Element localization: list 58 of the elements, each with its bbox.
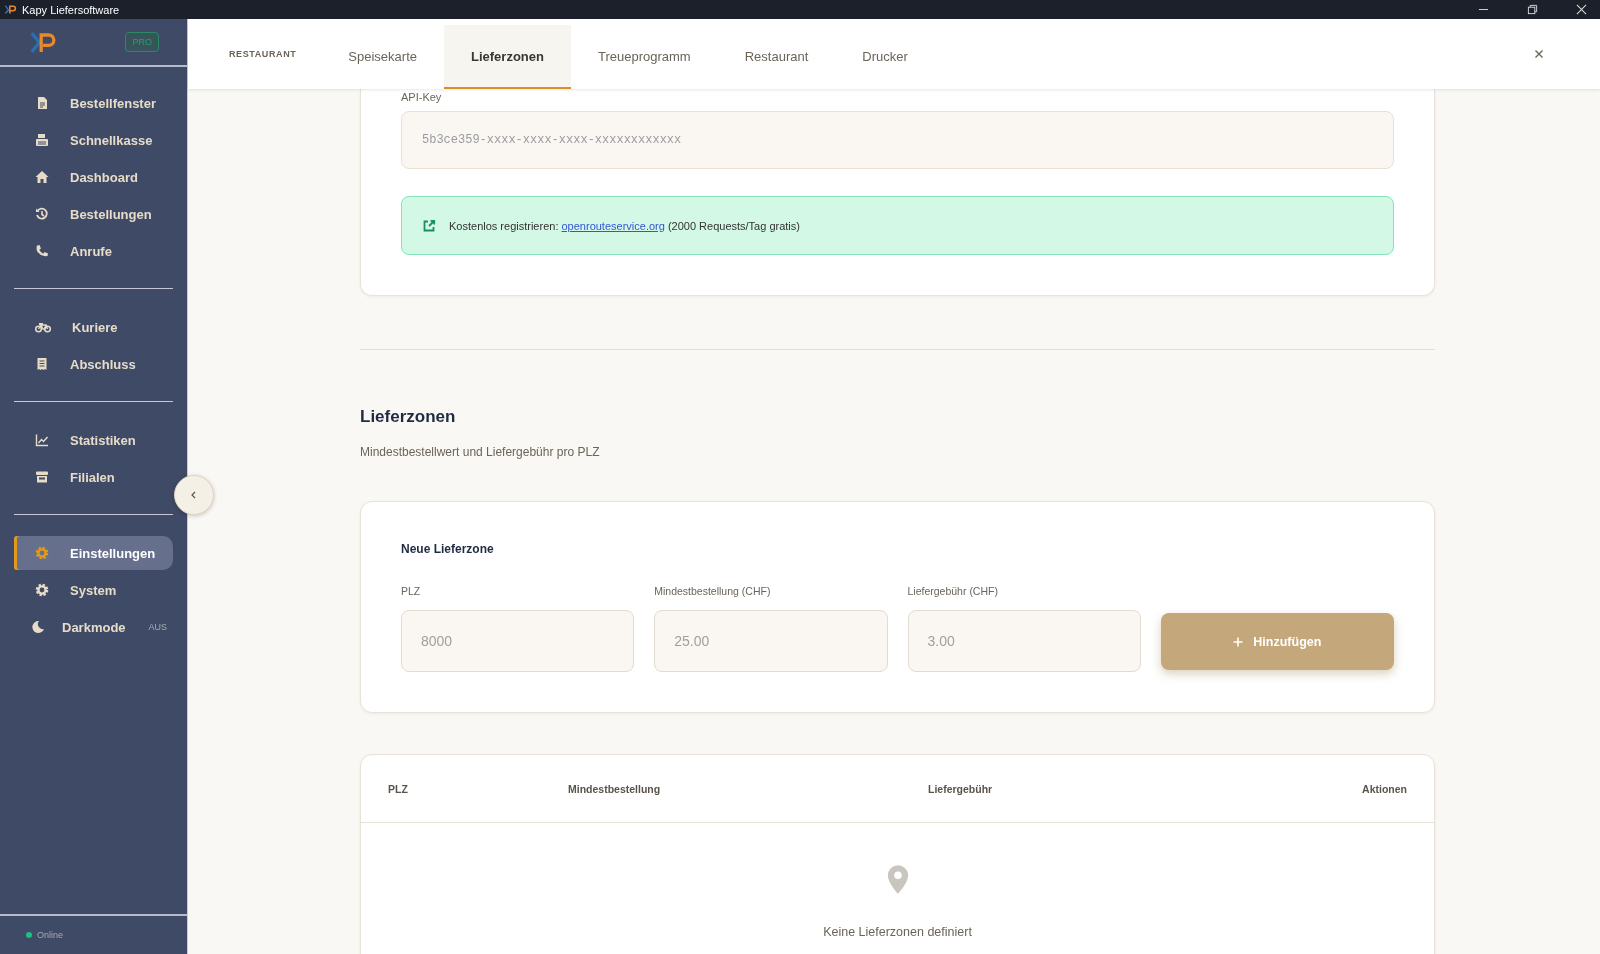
field-label: Liefergebühr (CHF): [907, 585, 999, 597]
section-title: Lieferzonen: [360, 407, 457, 427]
sidebar-item[interactable]: Abschluss: [14, 347, 173, 381]
tab[interactable]: Treueprogramm: [570, 25, 718, 89]
sidebar-item[interactable]: Bestellungen: [14, 197, 173, 231]
sidebar-item[interactable]: Kuriere: [14, 310, 173, 344]
darkmode-toggle[interactable]: Darkmode AUS: [14, 610, 173, 644]
gear-icon: [35, 546, 49, 560]
cash-register-icon: [35, 133, 49, 147]
bicycle-icon: [35, 320, 51, 334]
field-label: API-Key: [401, 91, 443, 103]
restore-icon[interactable]: [1527, 4, 1538, 15]
sidebar-item[interactable]: Schnellkasse: [14, 123, 173, 157]
phone-icon: [35, 244, 49, 258]
plan-badge: PRO: [125, 32, 159, 52]
sidebar-item[interactable]: Anrufe: [14, 234, 173, 268]
sidebar-item[interactable]: Bestellfenster: [14, 86, 173, 120]
app-logo-icon: [4, 4, 17, 15]
status-dot: [26, 932, 32, 938]
field-label: Mindestbestellung (CHF): [654, 585, 772, 597]
tab[interactable]: Speisekarte: [321, 25, 444, 89]
plus-icon: [1233, 636, 1244, 647]
status-text: Online: [37, 930, 63, 940]
home-icon: [35, 170, 49, 184]
api-key-field[interactable]: 5b3ce359-xxxx-xxxx-xxxx-xxxxxxxxxxxx: [401, 111, 1394, 169]
document-icon: [35, 96, 49, 110]
empty-message: Keine Lieferzonen definiert: [823, 925, 972, 939]
tab[interactable]: Restaurant: [717, 25, 836, 89]
column-header: Mindestbestellung: [568, 782, 662, 795]
gear-icon: [35, 583, 49, 597]
form-title: Neue Lieferzone: [401, 542, 495, 556]
column-header: Liefergebühr: [928, 782, 994, 795]
info-text: Kostenlos registrieren: openrouteservice.org (2000 Requests/Tag gratis): [449, 219, 800, 232]
column-header: PLZ: [388, 782, 409, 795]
tab[interactable]: Drucker: [835, 25, 935, 89]
history-icon: [35, 207, 49, 221]
link[interactable]: openrouteservice.org: [561, 219, 665, 232]
line-chart-icon: [35, 433, 49, 447]
window-title: Kapy Liefersoftware: [22, 3, 120, 16]
input-field[interactable]: 25.00: [654, 610, 888, 672]
sidebar-item[interactable]: Einstellungen: [14, 536, 173, 570]
tab[interactable]: Lieferzonen: [444, 25, 571, 89]
column-header: Aktionen: [1362, 782, 1407, 795]
external-link-icon: [422, 218, 436, 233]
location-pin-icon: [885, 864, 910, 895]
receipt-icon: [35, 357, 49, 371]
sidebar-item[interactable]: Statistiken: [14, 423, 173, 457]
sidebar-item[interactable]: System: [14, 573, 173, 607]
moon-icon: [31, 620, 45, 634]
field-label: PLZ: [401, 585, 422, 597]
section-subtitle: Mindestbestellwert und Liefergebühr pro PLZ: [360, 445, 601, 459]
sidebar-item[interactable]: Filialen: [14, 460, 173, 494]
input-field[interactable]: 3.00: [907, 610, 1141, 672]
sidebar-item[interactable]: Dashboard: [14, 160, 173, 194]
close-icon[interactable]: [1534, 49, 1544, 59]
store-icon: [35, 470, 49, 484]
input-field[interactable]: 8000: [401, 610, 635, 672]
section-label: RESTAURANT: [229, 49, 297, 59]
